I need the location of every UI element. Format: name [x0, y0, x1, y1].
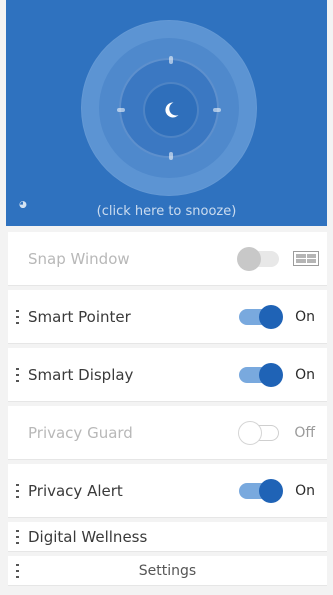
- row-snap-window: Snap Window: [8, 232, 327, 286]
- toggle-knob: [237, 246, 261, 271]
- smart-display-label: Smart Display: [28, 365, 134, 384]
- privacy-guard-toggle[interactable]: [238, 420, 279, 445]
- feature-list: Snap Window Smart Pointer On Smart Displ…: [0, 232, 333, 590]
- snap-window-toggle[interactable]: [237, 246, 279, 271]
- settings-label: Settings: [138, 562, 197, 579]
- moon-icon: [165, 102, 179, 118]
- privacy-alert-toggle[interactable]: [239, 478, 283, 503]
- row-digital-wellness[interactable]: Digital Wellness: [8, 522, 327, 552]
- toggle-knob: [259, 362, 283, 387]
- smart-display-toggle[interactable]: [239, 362, 283, 387]
- row-smart-display: Smart Display On: [8, 348, 327, 402]
- row-privacy-alert: Privacy Alert On: [8, 464, 327, 518]
- toggle-knob: [259, 478, 283, 503]
- moon-button[interactable]: [143, 82, 199, 138]
- privacy-guard-state: Off: [294, 424, 315, 441]
- ring-tick: [169, 56, 173, 64]
- focus-ring-graphic: [81, 20, 257, 196]
- ring-tick: [169, 152, 173, 160]
- smart-pointer-label: Smart Pointer: [28, 307, 131, 326]
- privacy-guard-label: Privacy Guard: [28, 423, 133, 442]
- toggle-knob: [259, 304, 283, 329]
- row-settings[interactable]: Settings: [8, 556, 327, 586]
- snooze-link[interactable]: (click here to snooze): [6, 204, 327, 219]
- row-privacy-guard: Privacy Guard Off: [8, 406, 327, 460]
- toggle-knob: [238, 420, 262, 445]
- drag-handle-icon[interactable]: [16, 367, 19, 382]
- smart-pointer-state: On: [295, 308, 315, 325]
- focus-ring-inner: [117, 56, 221, 160]
- snap-window-label: Snap Window: [28, 249, 130, 268]
- snap-layout-icon[interactable]: [293, 251, 319, 266]
- smart-display-state: On: [295, 366, 315, 383]
- row-smart-pointer: Smart Pointer On: [8, 290, 327, 344]
- hero-panel: ◕ (click here to snooze): [6, 0, 327, 226]
- privacy-alert-state: On: [295, 482, 315, 499]
- smart-pointer-toggle[interactable]: [239, 304, 283, 329]
- drag-handle-icon[interactable]: [16, 309, 19, 324]
- privacy-alert-label: Privacy Alert: [28, 481, 123, 500]
- drag-handle-icon[interactable]: [16, 529, 19, 544]
- ring-tick: [213, 108, 221, 112]
- digital-wellness-label: Digital Wellness: [28, 527, 148, 546]
- drag-handle-icon[interactable]: [16, 483, 19, 498]
- ring-tick: [117, 108, 125, 112]
